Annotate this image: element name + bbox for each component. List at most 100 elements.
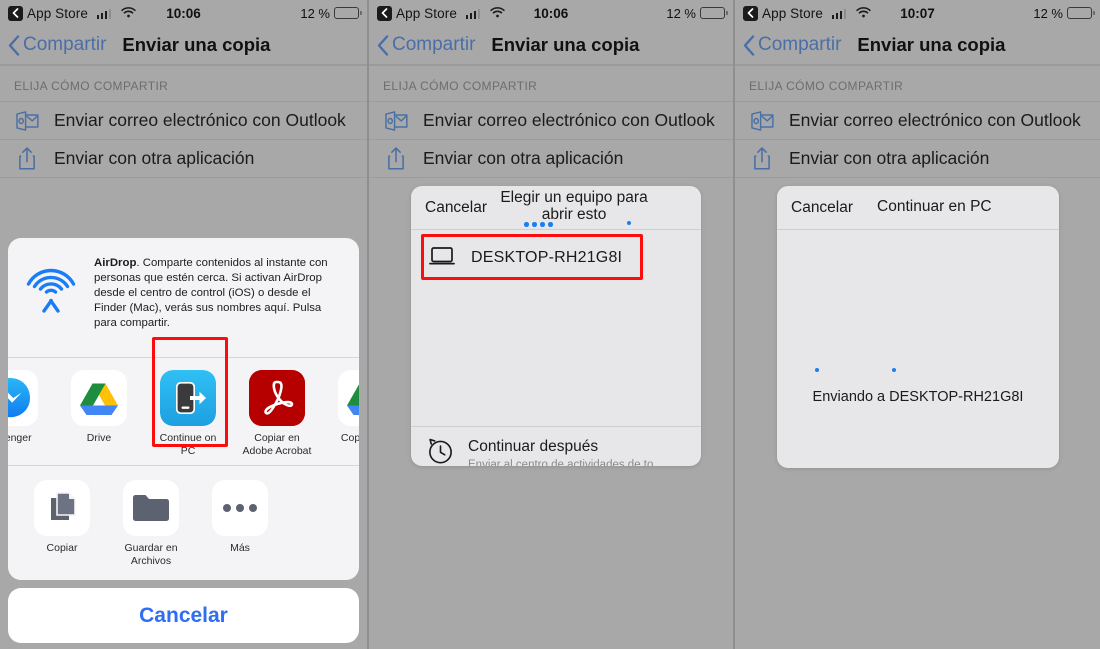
share-options-list: Enviar correo electrónico con Outlook En… — [369, 101, 733, 178]
option-other-app[interactable]: Enviar con otra aplicación — [735, 139, 1100, 177]
wifi-icon — [856, 6, 872, 21]
messenger-icon — [8, 369, 38, 426]
option-outlook[interactable]: Enviar correo electrónico con Outlook — [735, 101, 1100, 139]
action-more[interactable]: Más — [204, 480, 276, 568]
page-title: Enviar una copia — [491, 34, 640, 55]
share-section-header: ELIJA CÓMO COMPARTIR — [14, 79, 169, 93]
status-app-name: App Store — [762, 5, 823, 21]
airdrop-title: AirDrop — [94, 256, 137, 269]
more-dots-icon — [212, 480, 268, 537]
app-continue-on-pc-label: Continue on PC — [159, 431, 217, 457]
adobe-acrobat-icon — [249, 369, 305, 426]
nav-bar: Compartir Enviar una copia — [369, 26, 733, 64]
nav-back-button[interactable]: Compartir — [8, 34, 106, 56]
continue-later-subtitle: Enviar al centro de actividades de to… — [468, 459, 665, 466]
modal-header: Cancelar Elegir un equipo para abrir est… — [411, 186, 701, 230]
share-icon — [14, 146, 40, 171]
battery-percent: 12 % — [666, 5, 696, 21]
battery-icon — [334, 7, 362, 19]
nav-bar: Compartir Enviar una copia — [735, 26, 1100, 64]
page-title: Enviar una copia — [122, 34, 271, 55]
cancel-button[interactable]: Cancelar — [8, 588, 359, 643]
outlook-icon — [14, 110, 40, 132]
modal-header: Cancelar Continuar en PC — [777, 186, 1059, 230]
status-back-to-app[interactable]: App Store — [743, 5, 872, 21]
wifi-icon — [490, 6, 506, 21]
google-drive-icon — [71, 369, 127, 426]
cellular-signal-icon — [831, 8, 847, 19]
nav-back-button[interactable]: Compartir — [377, 34, 475, 56]
share-options-list: Enviar correo electrónico con Outlook En… — [0, 101, 367, 178]
copy-icon — [34, 480, 90, 537]
app-drive-label: Drive — [86, 431, 112, 444]
nav-back-button[interactable]: Compartir — [743, 34, 841, 56]
share-sheet-card: AirDrop. Comparte contenidos al instante… — [8, 237, 359, 580]
panel-sending: App Store 10:07 12 % Compartir Enviar un… — [733, 0, 1100, 649]
nav-bar: Compartir Enviar una copia — [0, 26, 367, 64]
modal-cancel-button[interactable]: Cancelar — [425, 199, 487, 217]
share-section-header: ELIJA CÓMO COMPARTIR — [383, 79, 538, 93]
action-more-label: Más — [230, 542, 250, 555]
option-other-app-label: Enviar con otra aplicación — [789, 148, 990, 168]
app-continue-on-pc[interactable]: Continue on PC — [152, 369, 224, 458]
nav-back-label: Compartir — [758, 34, 842, 55]
airdrop-description: AirDrop. Comparte contenidos al instante… — [94, 254, 343, 331]
panel-share-sheet: App Store 10:06 12 % Compartir Enviar un… — [0, 0, 367, 649]
outlook-icon — [383, 110, 409, 132]
app-drive[interactable]: Drive — [63, 369, 135, 458]
folder-icon — [123, 480, 179, 537]
loading-dots — [524, 222, 553, 227]
clock-history-icon — [427, 438, 454, 466]
modal-title: Continuar en PC — [877, 198, 992, 216]
app-adobe-acrobat-label: Copiar en Adobe Acrobat — [242, 431, 312, 457]
status-back-to-app[interactable]: App Store — [8, 5, 137, 21]
screenshot-stage: App Store 10:06 12 % Compartir Enviar un… — [0, 0, 1100, 649]
modal-body: DESKTOP-RH21G8I — [411, 236, 701, 426]
status-bar: App Store 10:07 12 % — [735, 0, 1100, 26]
option-outlook-label: Enviar correo electrónico con Outlook — [423, 110, 715, 130]
chevron-left-icon — [377, 34, 389, 56]
continue-later-option[interactable]: Continuar después Enviar al centro de ac… — [411, 426, 701, 466]
option-other-app-label: Enviar con otra aplicación — [423, 148, 624, 168]
option-other-app[interactable]: Enviar con otra aplicación — [369, 139, 733, 177]
app-adobe-acrobat[interactable]: Copiar en Adobe Acrobat — [241, 369, 313, 458]
back-chevron-icon — [377, 5, 392, 21]
app-share-row[interactable]: essenger Drive — [8, 358, 359, 466]
back-chevron-icon — [8, 5, 23, 21]
modal-title: Elegir un equipo para abrir esto — [500, 188, 648, 223]
chevron-left-icon — [743, 34, 755, 56]
modal-cancel-button[interactable]: Cancelar — [791, 199, 853, 217]
status-back-to-app[interactable]: App Store — [377, 5, 506, 21]
share-options-list: Enviar correo electrónico con Outlook En… — [735, 101, 1100, 178]
action-save-to-files-label: Guardar en Archivos — [124, 542, 178, 568]
status-bar: App Store 10:06 12 % — [0, 0, 367, 26]
sending-status: Enviando a DESKTOP-RH21G8I — [812, 389, 1024, 405]
nav-back-label: Compartir — [23, 34, 107, 55]
airdrop-block[interactable]: AirDrop. Comparte contenidos al instante… — [8, 238, 359, 357]
action-copy-label: Copiar — [46, 542, 78, 555]
share-icon — [749, 146, 775, 171]
sending-modal: Cancelar Continuar en PC Enviando a DESK… — [777, 186, 1059, 468]
chevron-left-icon — [8, 34, 20, 56]
app-messenger-label: essenger — [8, 431, 32, 444]
share-section-header: ELIJA CÓMO COMPARTIR — [749, 79, 904, 93]
airdrop-icon — [22, 254, 80, 331]
cellular-signal-icon — [465, 8, 481, 19]
option-outlook[interactable]: Enviar correo electrónico con Outlook — [369, 101, 733, 139]
stray-dot — [627, 221, 631, 225]
option-outlook-label: Enviar correo electrónico con Outlook — [789, 110, 1081, 130]
modal-body: Enviando a DESKTOP-RH21G8I — [777, 230, 1059, 468]
option-other-app-label: Enviar con otra aplicación — [54, 148, 255, 168]
app-copy-to-drive[interactable]: Copi en Dr — [330, 369, 359, 458]
option-other-app[interactable]: Enviar con otra aplicación — [0, 139, 367, 177]
back-chevron-icon — [743, 5, 758, 21]
progress-dot — [815, 368, 819, 372]
status-app-name: App Store — [396, 5, 457, 21]
action-copy[interactable]: Copiar — [26, 480, 98, 568]
share-sheet: AirDrop. Comparte contenidos al instante… — [8, 237, 359, 643]
app-messenger[interactable]: essenger — [8, 369, 46, 458]
option-outlook[interactable]: Enviar correo electrónico con Outlook — [0, 101, 367, 139]
device-list-item[interactable]: DESKTOP-RH21G8I — [411, 236, 701, 280]
action-save-to-files[interactable]: Guardar en Archivos — [115, 480, 187, 568]
wifi-icon — [121, 6, 137, 21]
